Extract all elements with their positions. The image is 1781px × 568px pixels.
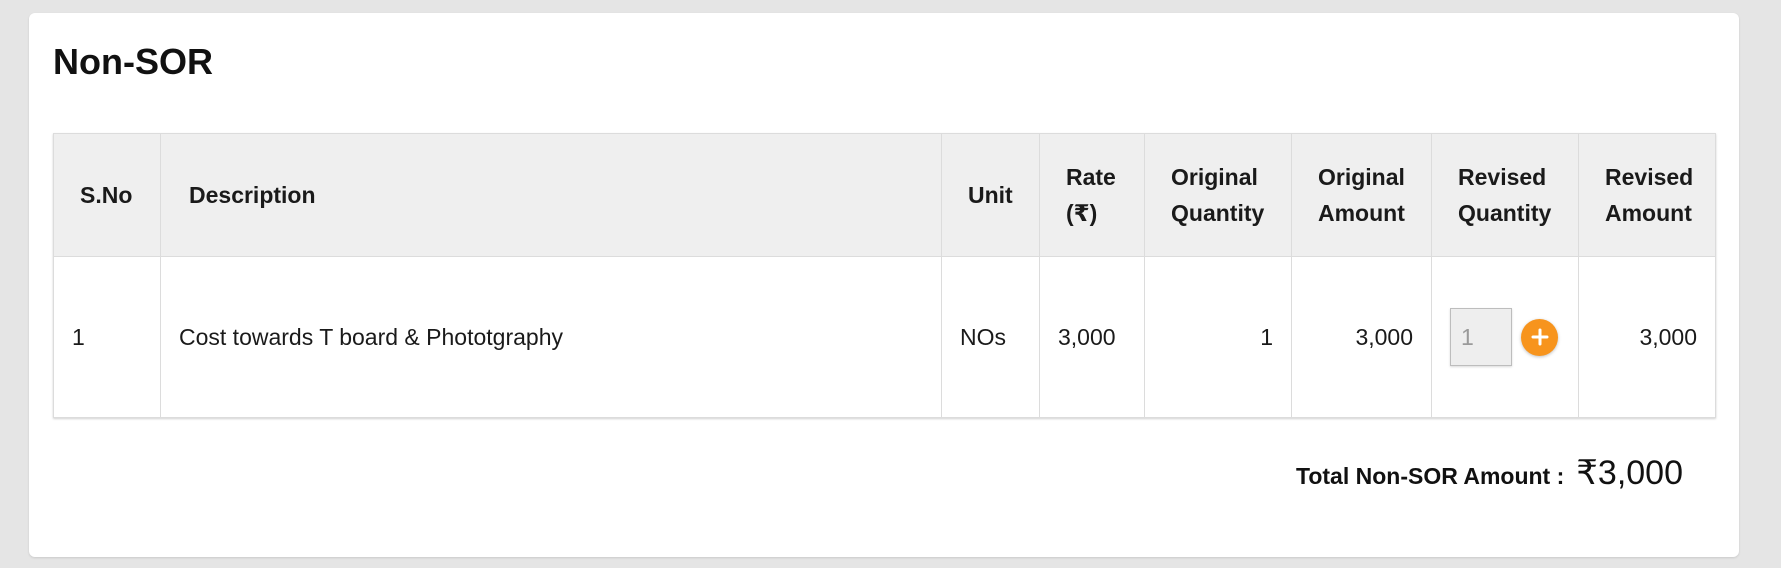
- header-unit: Unit: [941, 133, 1040, 257]
- cell-revised-quantity: [1431, 256, 1579, 418]
- cell-original-quantity: 1: [1144, 256, 1292, 418]
- header-rate: Rate (₹): [1039, 133, 1145, 257]
- cell-original-amount: 3,000: [1291, 256, 1432, 418]
- cell-unit: NOs: [941, 256, 1040, 418]
- cell-revised-amount: 3,000: [1578, 256, 1716, 418]
- non-sor-table: S.No Description Unit Rate (₹) Original …: [53, 133, 1716, 418]
- header-revised-quantity: Revised Quantity: [1431, 133, 1579, 257]
- revised-quantity-control: [1450, 308, 1560, 366]
- revised-quantity-input[interactable]: [1450, 308, 1512, 366]
- cell-rate: 3,000: [1039, 256, 1145, 418]
- table-header-row: S.No Description Unit Rate (₹) Original …: [53, 133, 1716, 257]
- header-description: Description: [160, 133, 942, 257]
- section-title: Non-SOR: [53, 41, 213, 82]
- plus-icon: [1531, 328, 1548, 346]
- total-label: Total Non-SOR Amount :: [1295, 463, 1565, 489]
- add-button[interactable]: [1521, 318, 1558, 356]
- non-sor-card: Non-SOR S.No Description Unit Rate (₹) O…: [29, 13, 1739, 557]
- header-revised-amount: Revised Amount: [1578, 133, 1716, 257]
- total-value: ₹3,000: [1576, 454, 1683, 492]
- cell-sno: 1: [53, 256, 161, 418]
- header-original-amount: Original Amount: [1291, 133, 1432, 257]
- header-original-quantity: Original Quantity: [1144, 133, 1292, 257]
- cell-description: Cost towards T board & Photo­tgraphy: [160, 256, 942, 418]
- header-sno: S.No: [53, 133, 161, 257]
- total-summary: Total Non-SOR Amount : ₹3,000: [1296, 453, 1683, 493]
- table-row: 1 Cost towards T board & Photo­tgraphy N…: [53, 256, 1716, 418]
